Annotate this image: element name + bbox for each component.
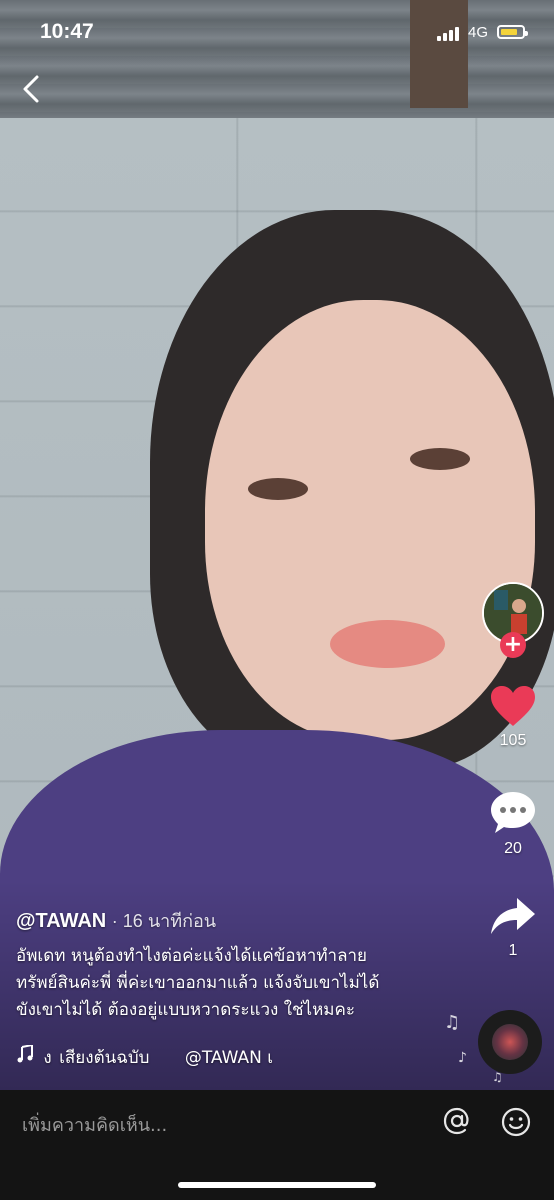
follow-plus-button[interactable]: + <box>500 632 526 658</box>
video-caption: @TAWAN · 16 นาทีก่อน อัพเดท หนูต้องทำไงต… <box>16 906 446 1024</box>
author-line: @TAWAN · 16 นาทีก่อน <box>16 906 446 935</box>
smiley-face-icon <box>501 1107 531 1137</box>
music-fragment: ง <box>43 1048 52 1068</box>
cellular-signal-icon <box>437 27 463 41</box>
comment-count: 20 <box>504 840 522 857</box>
share-button[interactable]: 1 <box>478 894 548 960</box>
share-count: 1 <box>508 942 518 959</box>
emoji-button[interactable] <box>500 1106 532 1138</box>
video-person-eye-right <box>410 448 470 470</box>
music-disc-cover <box>492 1024 528 1060</box>
post-time-ago: · 16 นาทีก่อน <box>111 911 217 931</box>
comment-input[interactable]: เพิ่มความคิดเห็น... <box>22 1110 167 1139</box>
video-description: อัพเดท หนูต้องทำไงต่อค่ะแจ้งได้แค่ข้อหาท… <box>16 946 380 1020</box>
heart-icon <box>491 686 535 726</box>
floating-music-note-icon: ♫ <box>444 1012 461 1033</box>
author-username[interactable]: @TAWAN <box>16 910 106 932</box>
video-person-face <box>205 300 535 740</box>
mention-button[interactable] <box>442 1106 472 1136</box>
floating-music-note-icon: ♪ <box>458 1050 467 1066</box>
status-bar: 10:47 4G <box>0 0 554 66</box>
comment-button[interactable]: 20 <box>478 788 548 858</box>
music-title: เสียงต้นฉบับ <box>59 1048 150 1068</box>
network-type: 4G <box>468 24 489 41</box>
music-author: @TAWAN เ <box>184 1048 274 1068</box>
at-sign-icon <box>443 1107 469 1135</box>
battery-icon <box>497 25 528 39</box>
home-indicator[interactable] <box>178 1182 376 1188</box>
like-count: 105 <box>499 732 527 749</box>
video-person-mouth <box>330 620 445 668</box>
status-time: 10:47 <box>40 20 94 43</box>
chevron-left-icon <box>23 75 39 103</box>
comment-bubble-icon <box>491 792 535 833</box>
music-disc-button[interactable] <box>478 1010 542 1074</box>
back-button[interactable] <box>16 72 50 106</box>
share-arrow-icon <box>491 898 535 934</box>
music-marquee[interactable]: ง เสียงต้นฉบับ @TAWAN เ <box>16 1044 326 1072</box>
music-note-icon <box>16 1044 38 1068</box>
video-person-eye-left <box>248 478 308 500</box>
like-button[interactable]: 105 <box>478 684 548 750</box>
